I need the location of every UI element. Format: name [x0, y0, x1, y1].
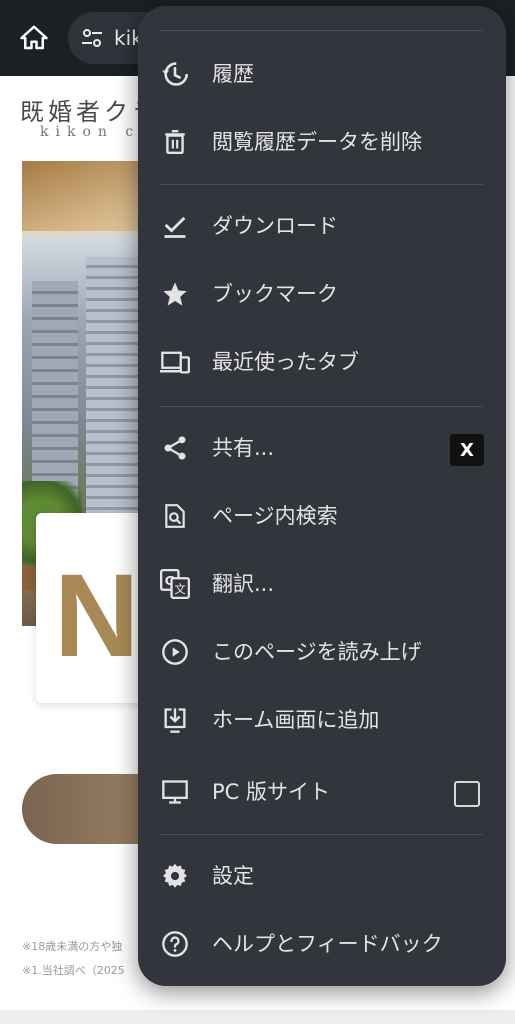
x-logo-icon: X — [450, 434, 484, 466]
star-icon — [160, 280, 190, 308]
menu-item-clear-browsing-data[interactable]: 閲覧履歴データを削除 — [138, 112, 506, 172]
menu-item-history[interactable]: 履歴 — [138, 44, 506, 104]
menu-item-find-in-page[interactable]: ページ内検索 — [138, 486, 506, 546]
menu-item-share[interactable]: 共有... X — [138, 418, 506, 478]
menu-item-label: ダウンロード — [212, 214, 338, 238]
menu-item-downloads[interactable]: ダウンロード — [138, 196, 506, 256]
desktop-site-checkbox[interactable] — [450, 778, 484, 810]
menu-item-label: 最近使ったタブ — [212, 350, 359, 374]
menu-item-desktop-site[interactable]: PC 版サイト — [138, 762, 506, 822]
menu-item-label: 翻訳... — [212, 572, 275, 596]
menu-item-help-feedback[interactable]: ヘルプとフィードバック — [138, 914, 506, 974]
add-to-home-icon — [160, 706, 190, 734]
svg-text:文: 文 — [174, 582, 186, 596]
monitor-icon — [160, 778, 190, 806]
checkbox-unchecked-icon — [454, 781, 480, 807]
menu-item-label: ヘルプとフィードバック — [212, 932, 443, 956]
menu-item-translate[interactable]: G文 翻訳... — [138, 554, 506, 614]
menu-item-label: 閲覧履歴データを削除 — [212, 130, 422, 154]
menu-item-label: 履歴 — [212, 62, 254, 86]
menu-item-label: PC 版サイト — [212, 780, 331, 804]
menu-item-label: ページ内検索 — [212, 504, 338, 528]
tune-icon[interactable] — [80, 26, 104, 50]
menu-divider — [160, 834, 483, 835]
menu-item-label: 共有... — [212, 436, 275, 460]
gear-icon — [160, 862, 190, 890]
help-icon — [160, 930, 190, 958]
menu-item-label: このページを読み上げ — [212, 640, 422, 664]
translate-icon: G文 — [160, 569, 190, 599]
card-letter: N — [54, 550, 140, 682]
share-icon — [160, 434, 190, 462]
menu-item-label: ブックマーク — [212, 282, 338, 306]
home-icon — [19, 23, 49, 53]
overflow-menu: 履歴 閲覧履歴データを削除 ダウンロード ブックマーク 最近使ったタブ 共有..… — [138, 6, 506, 986]
menu-item-label: ホーム画面に追加 — [212, 708, 380, 732]
download-check-icon — [160, 212, 190, 240]
play-circle-icon — [160, 638, 190, 666]
home-button[interactable] — [14, 20, 54, 56]
menu-item-add-to-home[interactable]: ホーム画面に追加 — [138, 690, 506, 750]
find-in-page-icon — [160, 502, 190, 530]
footnote-survey: ※1.当社調べ（2025 — [22, 964, 125, 977]
history-icon — [160, 60, 190, 88]
page-bottom — [0, 1010, 515, 1024]
menu-divider — [160, 30, 483, 31]
trash-icon — [160, 128, 190, 156]
menu-divider — [160, 184, 483, 185]
x-share-button[interactable]: X — [450, 434, 484, 466]
menu-item-read-aloud[interactable]: このページを読み上げ — [138, 622, 506, 682]
menu-item-bookmarks[interactable]: ブックマーク — [138, 264, 506, 324]
menu-divider — [160, 406, 483, 407]
footnote-age: ※18歳未満の方や独 — [22, 940, 123, 953]
menu-item-label: 設定 — [212, 864, 254, 888]
menu-item-recent-tabs[interactable]: 最近使ったタブ — [138, 332, 506, 392]
devices-icon — [160, 348, 190, 376]
menu-item-settings[interactable]: 設定 — [138, 846, 506, 906]
